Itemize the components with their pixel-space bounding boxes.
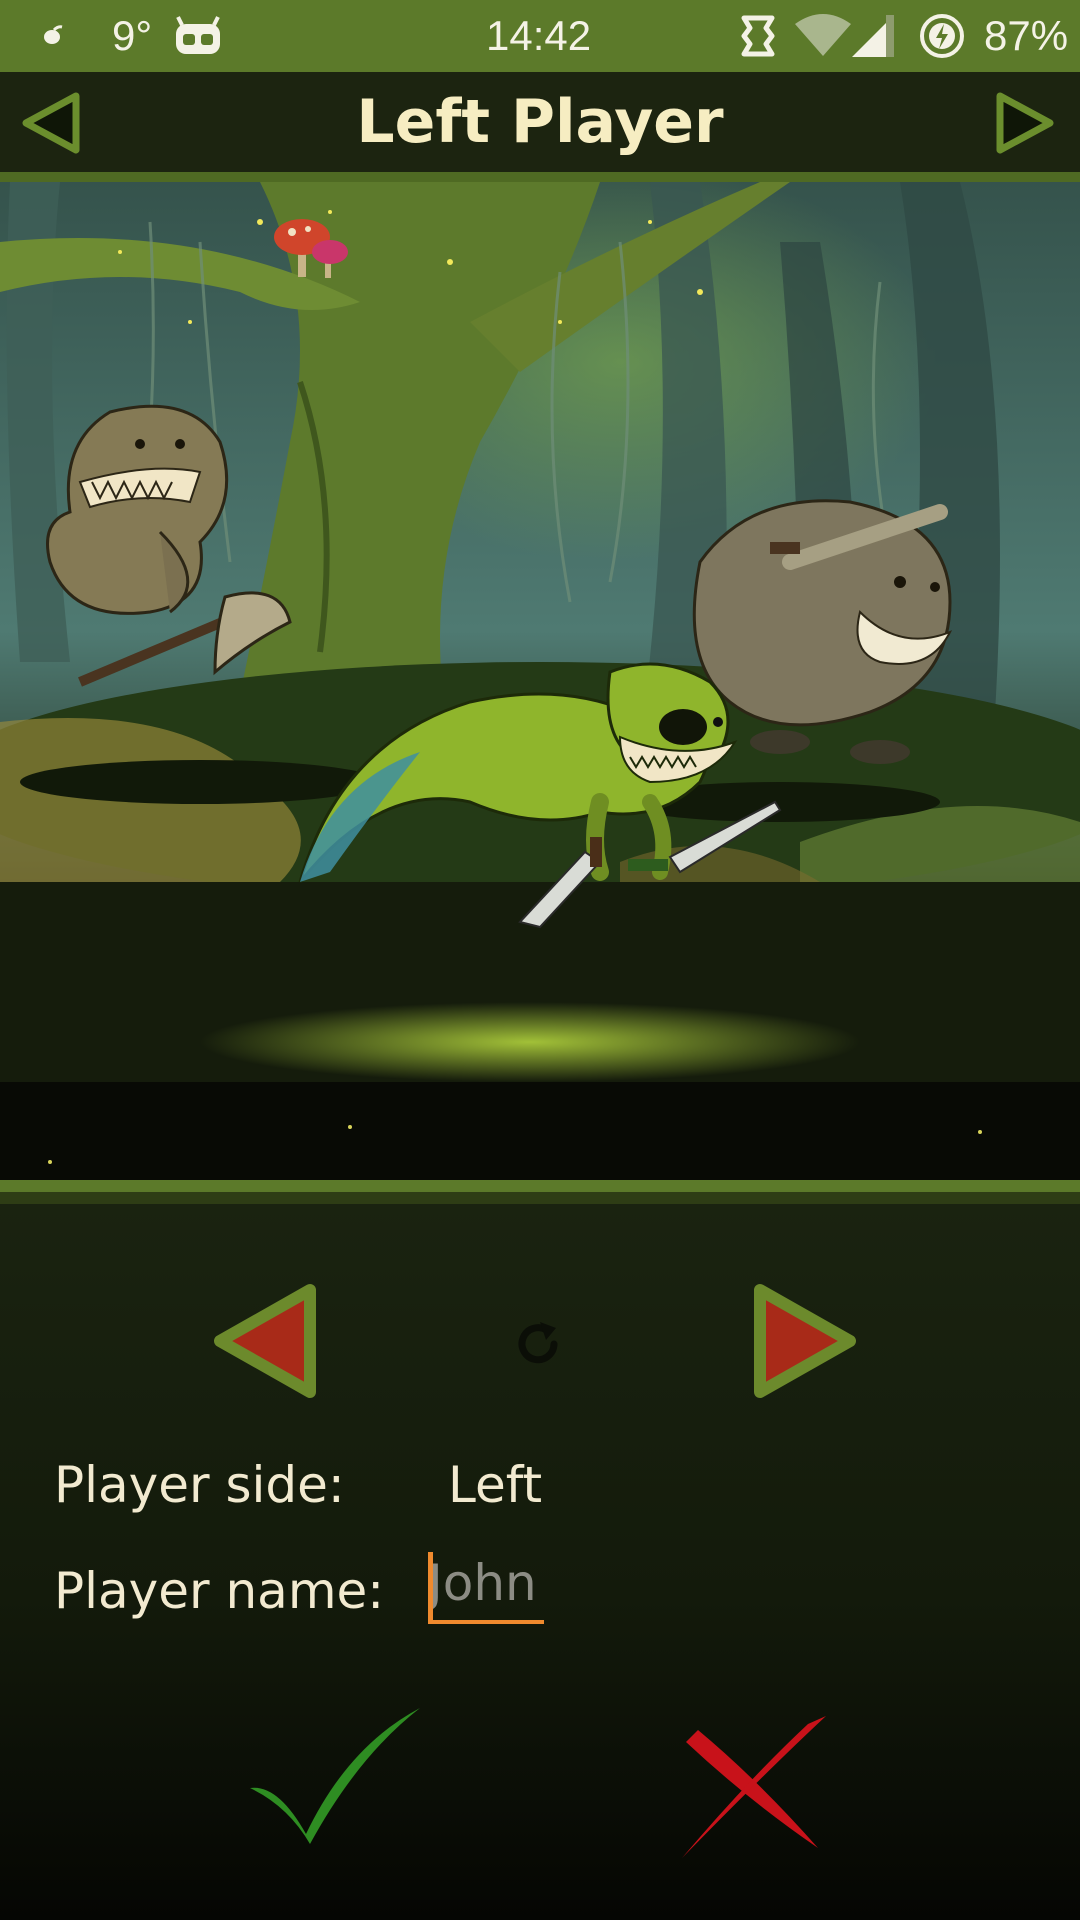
- refresh-icon: [518, 1322, 558, 1364]
- prev-character-button[interactable]: [210, 1282, 322, 1400]
- triangle-right-icon: [996, 92, 1054, 154]
- status-bar: 9° 14:42 87%: [0, 0, 1080, 72]
- text-caret: [428, 1552, 433, 1622]
- green-check-icon: [250, 1708, 420, 1844]
- sync-icon: [738, 0, 778, 72]
- title-bar: Left Player: [0, 72, 1080, 182]
- red-triangle-right-icon: [754, 1284, 856, 1398]
- temperature-text: 9°: [112, 12, 153, 59]
- red-triangle-left-icon: [214, 1284, 316, 1398]
- triangle-left-icon: [22, 92, 80, 154]
- red-cross-icon: [682, 1716, 826, 1858]
- android-robot-icon: [174, 0, 222, 72]
- forest-battle-artwork: [0, 182, 1080, 1180]
- reset-character-button[interactable]: [510, 1316, 566, 1372]
- battery-percent: 87%: [984, 12, 1069, 59]
- player-settings-panel: Player side: Left Player name:: [0, 1204, 1080, 1920]
- player-name-label: Player name:: [54, 1562, 385, 1620]
- confirm-button[interactable]: [248, 1706, 424, 1846]
- cancel-button[interactable]: [678, 1710, 828, 1860]
- clock-time: 14:42: [486, 12, 592, 59]
- next-character-button[interactable]: [748, 1282, 860, 1400]
- player-name-input[interactable]: [428, 1546, 544, 1624]
- page-title: Left Player: [356, 87, 724, 157]
- scene-separator: [0, 1180, 1080, 1204]
- signal-icon: [850, 0, 896, 72]
- prev-player-button[interactable]: [18, 90, 84, 156]
- wifi-icon: [794, 0, 852, 72]
- next-player-button[interactable]: [992, 90, 1058, 156]
- battery-charging-icon: [918, 0, 966, 72]
- player-side-label: Player side:: [54, 1456, 345, 1514]
- screen: 9° 14:42 87% Left Player Player side: Le…: [0, 0, 1080, 1920]
- notification-leaf-icon: [40, 0, 64, 72]
- player-side-value: Left: [448, 1456, 543, 1514]
